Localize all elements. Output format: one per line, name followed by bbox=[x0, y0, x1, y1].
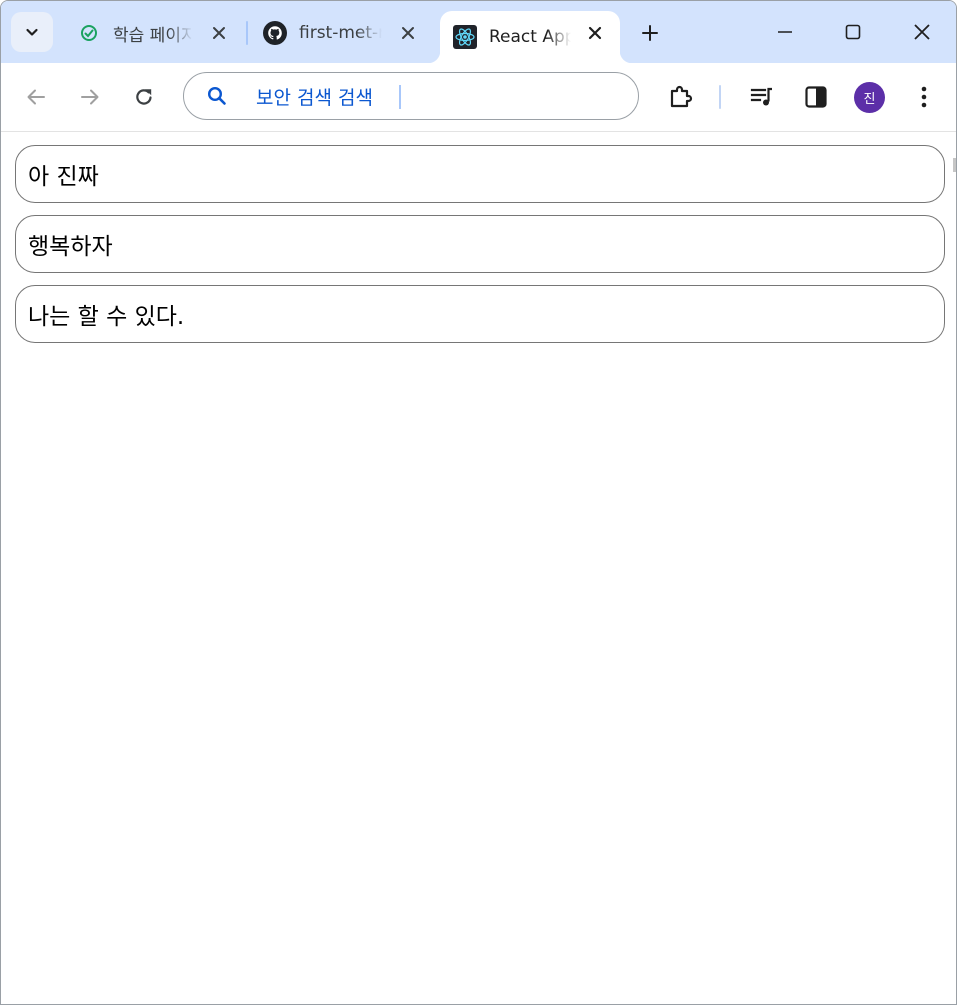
arrow-right-icon bbox=[81, 89, 99, 105]
tab-search-button[interactable] bbox=[11, 12, 53, 52]
side-panel-icon bbox=[805, 86, 827, 108]
todo-input[interactable] bbox=[15, 285, 945, 343]
more-menu-button[interactable] bbox=[910, 83, 938, 111]
back-button[interactable] bbox=[22, 83, 50, 111]
minimize-icon bbox=[778, 31, 792, 33]
scrollbar-edge bbox=[953, 158, 956, 172]
minimize-button[interactable] bbox=[768, 15, 802, 49]
side-panel-button[interactable] bbox=[802, 83, 830, 111]
profile-avatar[interactable]: 진 bbox=[854, 82, 885, 113]
clock-check-icon bbox=[77, 21, 101, 45]
queue-music-icon bbox=[750, 87, 772, 106]
tab-react-app[interactable]: React App bbox=[428, 11, 632, 63]
chevron-down-icon bbox=[26, 28, 38, 36]
new-tab-button[interactable] bbox=[637, 20, 663, 46]
arrow-left-icon bbox=[27, 89, 45, 105]
more-vert-icon bbox=[921, 86, 927, 108]
maximize-icon bbox=[845, 24, 861, 40]
forward-button[interactable] bbox=[76, 83, 104, 111]
text-caret bbox=[399, 85, 401, 109]
page-content bbox=[1, 132, 956, 1004]
extensions-button[interactable] bbox=[667, 83, 695, 111]
browser-window: 학습 페이지 first-met-react bbox=[0, 0, 957, 1005]
github-icon bbox=[263, 21, 287, 45]
search-icon bbox=[207, 86, 226, 105]
close-tab-icon[interactable] bbox=[207, 21, 231, 45]
react-icon bbox=[453, 25, 477, 49]
tab-title: 학습 페이지 bbox=[113, 25, 193, 46]
window-close-button[interactable] bbox=[905, 15, 939, 49]
puzzle-icon bbox=[670, 85, 693, 108]
tab-learning-page[interactable]: 학습 페이지 bbox=[65, 9, 240, 57]
tab-github[interactable]: first-met-react bbox=[253, 9, 429, 57]
browser-toolbar: 진 bbox=[1, 63, 956, 132]
reload-icon bbox=[136, 89, 152, 105]
tab-strip: 학습 페이지 first-met-react bbox=[1, 1, 956, 63]
maximize-button[interactable] bbox=[836, 15, 870, 49]
address-bar[interactable] bbox=[183, 72, 639, 120]
close-icon bbox=[914, 24, 930, 40]
close-tab-icon[interactable] bbox=[396, 21, 420, 45]
tab-title: React App bbox=[489, 27, 571, 47]
todo-input[interactable] bbox=[15, 145, 945, 203]
address-input[interactable] bbox=[256, 82, 386, 110]
media-controls-button[interactable] bbox=[748, 83, 776, 111]
reload-button[interactable] bbox=[130, 83, 158, 111]
tab-separator bbox=[246, 21, 248, 45]
close-tab-icon[interactable] bbox=[583, 21, 607, 45]
todo-input[interactable] bbox=[15, 215, 945, 273]
toolbar-separator bbox=[719, 85, 721, 109]
plus-icon bbox=[642, 25, 658, 41]
tab-title: first-met-react bbox=[299, 23, 382, 43]
